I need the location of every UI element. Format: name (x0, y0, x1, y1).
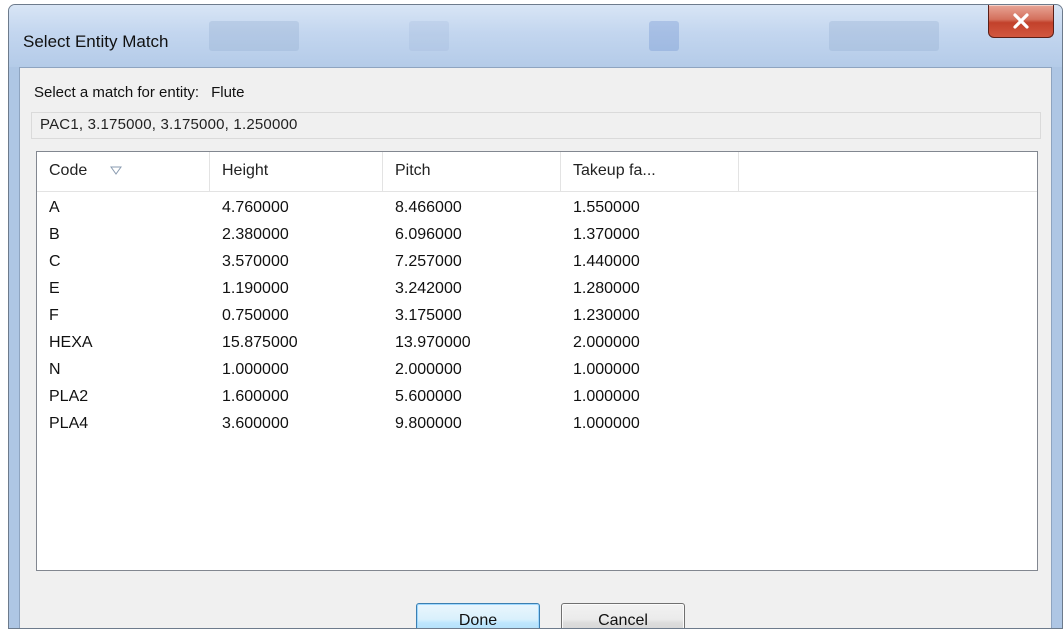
cell-height: 1.190000 (222, 280, 289, 297)
table-row[interactable]: PLA2 1.600000 5.600000 1.000000 (37, 383, 1037, 410)
background-strip (0, 0, 8, 629)
title-bar-blur (409, 21, 449, 51)
cell-height: 0.750000 (222, 307, 289, 324)
cell-code: PLA4 (49, 415, 89, 432)
cell-takeup-factor: 1.370000 (573, 226, 640, 243)
table-row[interactable]: HEXA 15.875000 13.970000 2.000000 (37, 329, 1037, 356)
column-header-label: Code (49, 162, 88, 179)
table-row[interactable]: C 3.570000 7.257000 1.440000 (37, 248, 1037, 275)
cell-code: B (49, 226, 60, 243)
dialog-client-area: Select a match for entity: Flute PAC1, 3.… (19, 67, 1052, 628)
cell-code: HEXA (49, 334, 93, 351)
entity-name: Flute (211, 84, 245, 101)
column-header-takeup-factor[interactable]: Takeup fa... (561, 152, 739, 191)
cell-takeup-factor: 1.280000 (573, 280, 640, 297)
table-row[interactable]: PLA4 3.600000 9.800000 1.000000 (37, 410, 1037, 437)
cell-pitch: 2.000000 (395, 361, 462, 378)
cell-height: 1.600000 (222, 388, 289, 405)
cell-takeup-factor: 1.000000 (573, 415, 640, 432)
list-header: Code Height Pitch Takeup fa... (37, 152, 1037, 192)
cell-code: E (49, 280, 60, 297)
close-icon (1013, 13, 1029, 29)
cell-takeup-factor: 1.000000 (573, 361, 640, 378)
cell-takeup-factor: 1.440000 (573, 253, 640, 270)
column-header-label: Pitch (395, 162, 431, 179)
cell-pitch: 9.800000 (395, 415, 462, 432)
cell-takeup-factor: 2.000000 (573, 334, 640, 351)
cancel-button[interactable]: Cancel (561, 603, 685, 628)
title-bar-blur (649, 21, 679, 51)
cell-takeup-factor: 1.550000 (573, 199, 640, 216)
cell-height: 3.600000 (222, 415, 289, 432)
table-row[interactable]: B 2.380000 6.096000 1.370000 (37, 221, 1037, 248)
close-button[interactable] (988, 5, 1054, 38)
cell-pitch: 6.096000 (395, 226, 462, 243)
table-row[interactable]: F 0.750000 3.175000 1.230000 (37, 302, 1037, 329)
window-title: Select Entity Match (23, 32, 169, 51)
cell-pitch: 13.970000 (395, 334, 471, 351)
column-header-pitch[interactable]: Pitch (383, 152, 561, 191)
cell-height: 15.875000 (222, 334, 298, 351)
title-bar-blur (209, 21, 299, 51)
cell-code: N (49, 361, 61, 378)
cell-height: 4.760000 (222, 199, 289, 216)
column-header-height[interactable]: Height (210, 152, 383, 191)
cell-pitch: 8.466000 (395, 199, 462, 216)
current-value-field: PAC1, 3.175000, 3.175000, 1.250000 (31, 112, 1041, 139)
match-list[interactable]: Code Height Pitch Takeup fa... A 4.76000… (36, 151, 1038, 571)
cell-takeup-factor: 1.230000 (573, 307, 640, 324)
cell-takeup-factor: 1.000000 (573, 388, 640, 405)
done-button[interactable]: Done (416, 603, 540, 628)
cell-code: A (49, 199, 60, 216)
column-header-label: Takeup fa... (573, 162, 656, 179)
table-row[interactable]: E 1.190000 3.242000 1.280000 (37, 275, 1037, 302)
cell-code: C (49, 253, 61, 270)
title-bar-blur (829, 21, 939, 51)
column-header-label: Height (222, 162, 269, 179)
table-row[interactable]: N 1.000000 2.000000 1.000000 (37, 356, 1037, 383)
cell-pitch: 7.257000 (395, 253, 462, 270)
title-bar[interactable]: Select Entity Match (9, 5, 1062, 67)
dialog-window: Select Entity Match Select a match for e… (8, 4, 1063, 629)
cell-code: F (49, 307, 59, 324)
prompt-label: Select a match for entity: (34, 84, 200, 101)
cell-height: 2.380000 (222, 226, 289, 243)
cell-height: 1.000000 (222, 361, 289, 378)
cell-pitch: 5.600000 (395, 388, 462, 405)
table-row[interactable]: A 4.760000 8.466000 1.550000 (37, 194, 1037, 221)
cell-pitch: 3.242000 (395, 280, 462, 297)
column-header-code[interactable]: Code (37, 152, 210, 191)
cell-height: 3.570000 (222, 253, 289, 270)
sort-descending-icon (109, 166, 122, 176)
cell-pitch: 3.175000 (395, 307, 462, 324)
cell-code: PLA2 (49, 388, 89, 405)
entity-prompt: Select a match for entity: Flute (34, 84, 244, 101)
